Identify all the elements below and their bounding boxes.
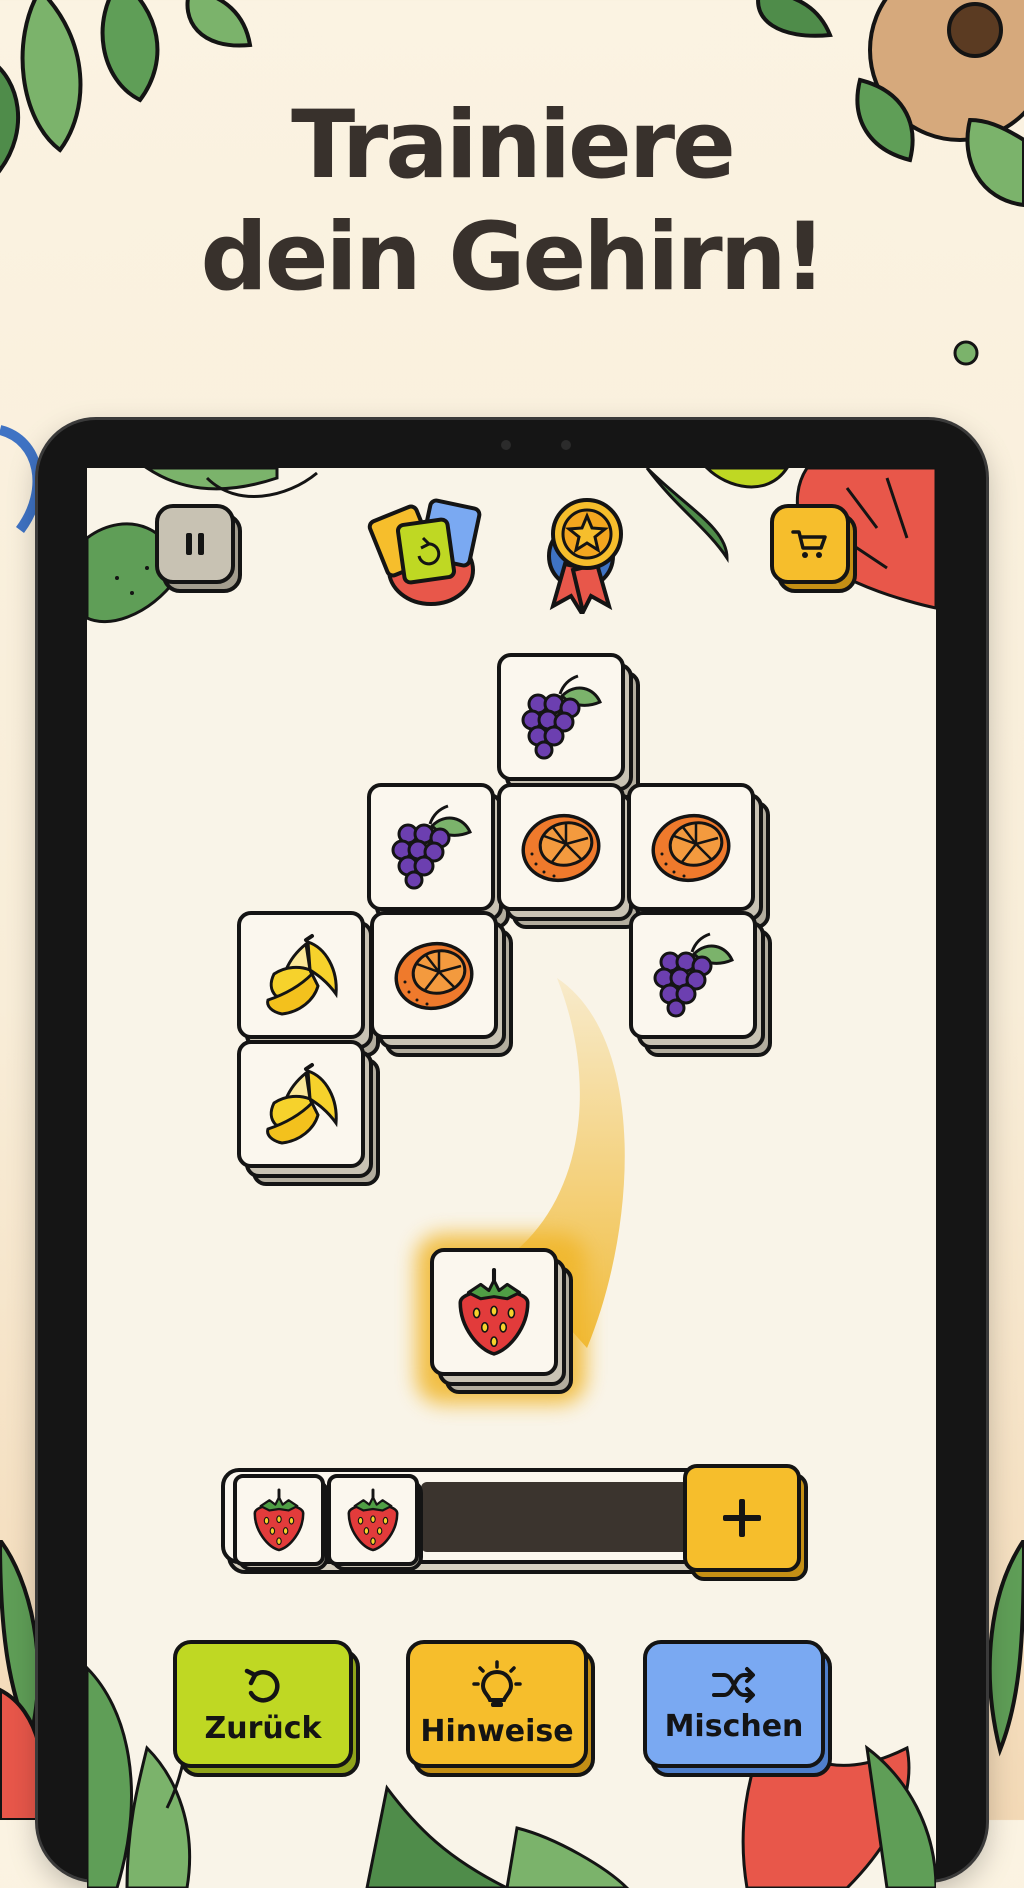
cart-icon [791,530,827,558]
hints-label: Hinweise [420,1713,574,1749]
tray-slot-strawberry [327,1474,423,1571]
strawberry-icon [253,1488,305,1552]
banana-icon [265,1063,339,1145]
plus-icon [723,1499,761,1537]
add-slot-button[interactable] [683,1464,808,1581]
board-tile-orange[interactable] [497,783,640,929]
game-screen: Zurück Hinweise Mischen [87,468,936,1888]
orange-icon [516,807,606,889]
undo-button[interactable]: Zurück [173,1640,360,1777]
front-camera [501,440,511,450]
orange-icon [646,807,736,889]
undo-icon [244,1668,280,1703]
orange-icon [389,935,479,1017]
dot-decoration [953,340,979,366]
hints-button[interactable]: Hinweise [406,1640,595,1777]
strawberry-icon [347,1488,399,1552]
grapes-icon [391,804,472,890]
board-tile-grapes[interactable] [367,783,510,929]
board-tile-grapes-top[interactable] [497,653,640,799]
headline-line-1: Trainiere [291,91,736,200]
board-tile-orange[interactable] [627,783,770,929]
shop-button[interactable] [770,504,857,593]
moving-tile-strawberry[interactable] [416,1234,586,1404]
strawberry-icon [448,1266,540,1358]
undo-label: Zurück [204,1710,322,1746]
board-tile-banana[interactable] [237,911,380,1057]
grapes-icon [521,674,602,760]
tablet-frame: Zurück Hinweise Mischen [38,420,986,1888]
banana-icon [265,934,339,1016]
lightbulb-icon [472,1659,522,1707]
sensor [561,440,571,450]
medal-icon[interactable] [535,494,645,614]
tray-slot-strawberry [233,1474,329,1571]
shuffle-button[interactable]: Mischen [643,1640,832,1777]
board-tile-grapes[interactable] [629,911,772,1057]
grapes-icon [653,932,734,1018]
headline: Trainiere dein Gehirn! [0,90,1024,314]
tile-tray [221,1464,808,1581]
pause-icon [186,533,204,555]
cards-icon[interactable] [367,498,487,608]
pause-button[interactable] [155,504,242,593]
headline-line-2: dein Gehirn! [200,203,826,312]
board-tile-orange[interactable] [370,911,513,1057]
shuffle-icon [712,1666,755,1703]
shuffle-label: Mischen [664,1708,804,1744]
board-tile-banana[interactable] [237,1040,380,1186]
